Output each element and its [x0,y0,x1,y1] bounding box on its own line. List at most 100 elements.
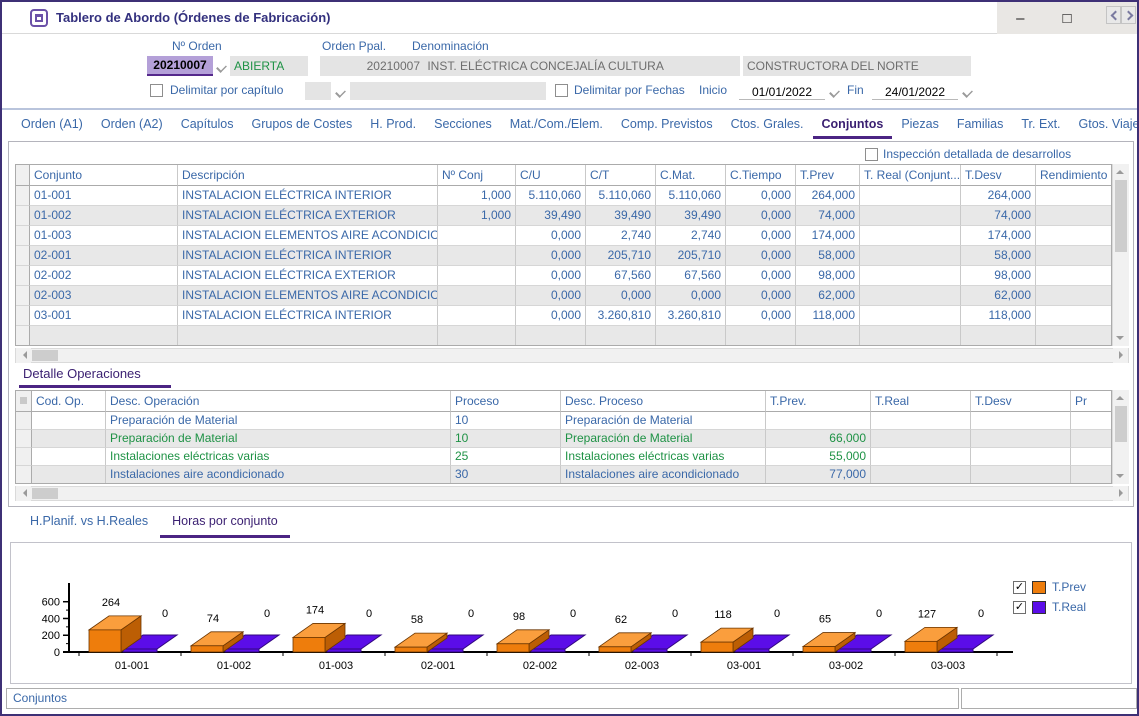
minimize-button[interactable]: – [1001,4,1039,32]
column-header[interactable]: Cod. Op. [32,391,106,412]
scroll-thumb[interactable] [32,488,58,499]
scroll-thumb[interactable] [32,350,58,361]
bar-value-tprev: 58 [411,614,423,626]
x-category-label: 02-001 [421,660,455,672]
tab-gtos-viajes[interactable]: Gtos. Viajes [1070,114,1139,136]
column-header[interactable]: T.Desv [961,165,1036,186]
tab-hplanif-vs-hreales[interactable]: H.Planif. vs H.Reales [18,510,160,538]
column-header[interactable]: C/T [586,165,656,186]
inspeccion-checkbox[interactable] [865,148,878,161]
scroll-thumb[interactable] [1115,406,1127,442]
table-cell [1036,326,1112,346]
tab-scroll-left-icon[interactable] [1106,6,1121,24]
table-row[interactable]: 01-002INSTALACION ELÉCTRICA EXTERIOR1,00… [16,206,1111,226]
tab-piezas[interactable]: Piezas [892,114,948,136]
table-row[interactable]: 02-001INSTALACION ELÉCTRICA INTERIOR0,00… [16,246,1111,266]
tab-orden-a2-[interactable]: Orden (A2) [92,114,172,136]
tab-scroll-right-icon[interactable] [1121,6,1136,24]
column-header[interactable]: Proceso [451,391,561,412]
table-cell [1071,466,1112,484]
column-header[interactable]: Descripción [178,165,438,186]
table-cell [871,448,971,466]
denominacion-value: INST. ELÉCTRICA CONCEJALÍA CULTURA [423,59,664,73]
table-row[interactable]: 03-001INSTALACION ELÉCTRICA INTERIOR0,00… [16,306,1111,326]
table-cell [516,326,586,346]
column-header[interactable]: T.Real [871,391,971,412]
column-header[interactable]: Conjunto [30,165,178,186]
tab-familias[interactable]: Familias [948,114,1013,136]
order-number-input[interactable]: 20210007 [147,56,213,76]
fecha-inicio-dropdown-icon[interactable] [826,81,842,101]
table-cell: INSTALACION ELEMENTOS AIRE ACONDICION [178,286,438,306]
column-header[interactable]: T.Prev. [766,391,871,412]
tab-h-prod-[interactable]: H. Prod. [361,114,425,136]
fecha-fin-input[interactable]: 24/01/2022 [872,82,958,100]
table-cell: 118,000 [796,306,860,326]
tab-secciones[interactable]: Secciones [425,114,501,136]
table-row[interactable]: 01-003INSTALACION ELEMENTOS AIRE ACONDIC… [16,226,1111,246]
scroll-right-icon[interactable] [1113,348,1128,363]
bar-treal-front-01-003 [327,649,361,652]
detalle-operaciones-tab[interactable]: Detalle Operaciones [23,366,141,381]
table-cell: 3.260,810 [586,306,656,326]
tab-tr-ext-[interactable]: Tr. Ext. [1012,114,1069,136]
scroll-up-icon[interactable] [1113,164,1128,179]
table-row[interactable]: Instalaciones eléctricas varias25Instala… [16,448,1111,466]
legend-checkbox-treal[interactable]: ✓ [1013,601,1026,614]
table-cell: 0,000 [586,286,656,306]
column-header[interactable]: T.Desv [971,391,1071,412]
column-header[interactable]: Nº Conj [438,165,516,186]
table-cell: 174,000 [796,226,860,246]
conjuntos-grid-hscrollbar[interactable] [15,348,1129,363]
legend-checkbox-tprev[interactable]: ✓ [1013,581,1026,594]
scroll-down-icon[interactable] [1113,468,1128,483]
chart-legend: ✓ T.Prev ✓ T.Real [1013,577,1086,617]
delimitar-fechas-checkbox[interactable] [555,84,568,97]
tab-ctos-grales-[interactable]: Ctos. Grales. [722,114,813,136]
table-cell: 98,000 [796,266,860,286]
table-row[interactable]: 02-003INSTALACION ELEMENTOS AIRE ACONDIC… [16,286,1111,306]
table-row[interactable]: 02-002INSTALACION ELÉCTRICA EXTERIOR0,00… [16,266,1111,286]
capitulo-combo[interactable] [305,82,331,100]
table-row[interactable]: Preparación de Material10Preparación de … [16,412,1111,430]
conjuntos-grid-vscrollbar[interactable] [1112,164,1129,346]
tab-orden-a1-[interactable]: Orden (A1) [12,114,92,136]
tab-horas-por-conjunto[interactable]: Horas por conjunto [160,510,290,538]
scroll-down-icon[interactable] [1113,330,1128,345]
operaciones-grid-vscrollbar[interactable] [1112,390,1129,484]
scroll-left-icon[interactable] [16,486,31,501]
grid-options-icon[interactable] [20,397,27,404]
scroll-left-icon[interactable] [16,348,31,363]
column-header[interactable]: C.Tiempo [726,165,796,186]
table-cell: 0,000 [656,286,726,306]
column-header[interactable]: T. Real (Conjunt... [860,165,961,186]
delimitar-capitulo-checkbox[interactable] [150,84,163,97]
tab-mat-com-elem-[interactable]: Mat./Com./Elem. [501,114,612,136]
column-header[interactable]: Pr [1071,391,1112,412]
tab-cap-tulos[interactable]: Capítulos [172,114,243,136]
y-tick-label: 200 [42,630,60,642]
column-header[interactable]: C/U [516,165,586,186]
column-header[interactable]: C.Mat. [656,165,726,186]
table-cell: 0,000 [516,306,586,326]
column-header[interactable]: Rendimiento [1036,165,1112,186]
column-header[interactable]: Desc. Proceso [561,391,766,412]
table-row[interactable]: Preparación de Material10Preparación de … [16,430,1111,448]
capitulo-dropdown-icon[interactable] [332,81,348,101]
scroll-thumb[interactable] [1115,180,1127,252]
tab-comp-previstos[interactable]: Comp. Previstos [612,114,722,136]
fecha-inicio-input[interactable]: 01/01/2022 [739,82,825,100]
order-number-dropdown-icon[interactable] [213,56,229,76]
operaciones-grid-hscrollbar[interactable] [15,486,1129,501]
table-row[interactable]: Instalaciones aire acondicionado30Instal… [16,466,1111,484]
column-header[interactable]: T.Prev [796,165,860,186]
column-header[interactable]: Desc. Operación [106,391,451,412]
scroll-up-icon[interactable] [1113,390,1128,405]
fecha-fin-dropdown-icon[interactable] [959,81,975,101]
tab-grupos-de-costes[interactable]: Grupos de Costes [243,114,362,136]
maximize-button[interactable]: □ [1048,4,1086,32]
bar-treal-front-02-002 [531,649,565,652]
scroll-right-icon[interactable] [1113,486,1128,501]
table-row[interactable]: 01-001INSTALACION ELÉCTRICA INTERIOR1,00… [16,186,1111,206]
tab-conjuntos[interactable]: Conjuntos [813,114,893,139]
